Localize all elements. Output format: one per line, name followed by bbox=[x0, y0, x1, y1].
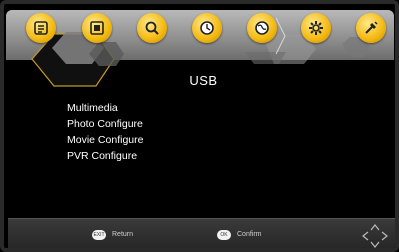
menu-item-photo-configure[interactable]: Photo Configure bbox=[67, 116, 143, 132]
tab-picture[interactable] bbox=[82, 13, 112, 43]
confirm-label: Confirm bbox=[237, 231, 262, 238]
clock-icon bbox=[200, 21, 214, 35]
menu-item-pvr-configure[interactable]: PVR Configure bbox=[67, 148, 143, 164]
tab-timer[interactable] bbox=[192, 13, 222, 43]
picture-icon bbox=[90, 21, 104, 35]
page-title: USB bbox=[189, 73, 218, 88]
globe-icon bbox=[255, 21, 269, 35]
menu-item-multimedia[interactable]: Multimedia bbox=[67, 100, 143, 116]
usb-tool-icon bbox=[365, 21, 378, 34]
search-icon bbox=[145, 21, 159, 35]
menu-item-movie-configure[interactable]: Movie Configure bbox=[67, 132, 143, 148]
footer-help-bar: EXIT Return OK Confirm bbox=[8, 218, 395, 248]
tab-channel-list[interactable] bbox=[26, 13, 56, 43]
tv-screen-frame: USB Multimedia Photo Configure Movie Con… bbox=[0, 0, 399, 252]
gear-icon bbox=[309, 21, 323, 35]
channel-list-icon bbox=[34, 21, 48, 35]
tab-system[interactable] bbox=[247, 13, 277, 43]
tab-usb[interactable] bbox=[356, 13, 386, 43]
ok-key-icon: OK bbox=[217, 230, 231, 240]
tab-settings[interactable] bbox=[301, 13, 331, 43]
usb-menu-list: Multimedia Photo Configure Movie Configu… bbox=[67, 100, 143, 164]
tab-search[interactable] bbox=[137, 13, 167, 43]
exit-key-icon: EXIT bbox=[92, 230, 106, 240]
return-label: Return bbox=[112, 231, 134, 238]
navigation-arrows-icon bbox=[362, 224, 388, 248]
